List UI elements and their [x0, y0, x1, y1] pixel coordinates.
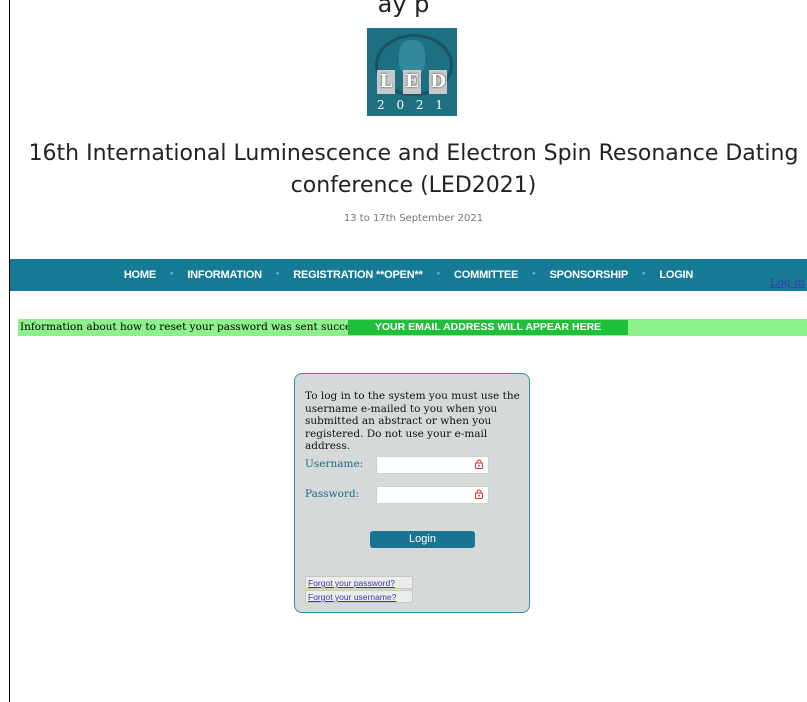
conference-logo: L E D 2 0 2 1 — [367, 28, 457, 116]
password-input[interactable] — [376, 486, 489, 504]
username-input[interactable] — [376, 456, 489, 474]
login-button[interactable]: Login — [370, 531, 475, 548]
nav-item-committee[interactable]: COMMITTEE — [441, 269, 531, 281]
username-label: Username: — [305, 458, 364, 470]
email-address-placeholder: YOUR EMAIL ADDRESS WILL APPEAR HERE — [348, 320, 628, 335]
logo-year: 2 0 2 1 — [377, 98, 447, 112]
forgot-username-link[interactable]: Forgot your username? — [305, 590, 413, 603]
logo-letter-l: L — [377, 70, 395, 94]
forgot-password-link[interactable]: Forgot your password? — [305, 576, 413, 589]
info-message-bar: Information about how to reset your pass… — [18, 319, 807, 336]
main-nav: HOME • INFORMATION • REGISTRATION **OPEN… — [10, 259, 807, 291]
cropped-heading-text: ay p — [377, 0, 430, 18]
logo-letters: L E D — [377, 70, 447, 94]
login-panel: To log in to the system you must use the… — [294, 373, 530, 613]
nav-item-registration[interactable]: REGISTRATION **OPEN** — [280, 269, 435, 281]
lock-icon — [475, 459, 483, 469]
password-label: Password: — [305, 488, 360, 500]
nav-item-home[interactable]: HOME — [111, 269, 169, 281]
login-instructions: To log in to the system you must use the… — [305, 390, 520, 452]
logo-letter-d: D — [429, 70, 447, 94]
nav-item-login[interactable]: LOGIN — [646, 269, 706, 281]
logo-letter-e: E — [403, 70, 421, 94]
page-left-border — [9, 0, 10, 702]
log-in-link[interactable]: Log in — [770, 276, 805, 289]
lock-icon — [475, 489, 483, 499]
info-message-text: Information about how to reset your pass… — [20, 321, 400, 333]
nav-item-sponsorship[interactable]: SPONSORSHIP — [537, 269, 642, 281]
conference-dates: 13 to 17th September 2021 — [343, 213, 484, 224]
page-title: 16th International Luminescence and Elec… — [28, 141, 799, 198]
nav-item-information[interactable]: INFORMATION — [174, 269, 275, 281]
